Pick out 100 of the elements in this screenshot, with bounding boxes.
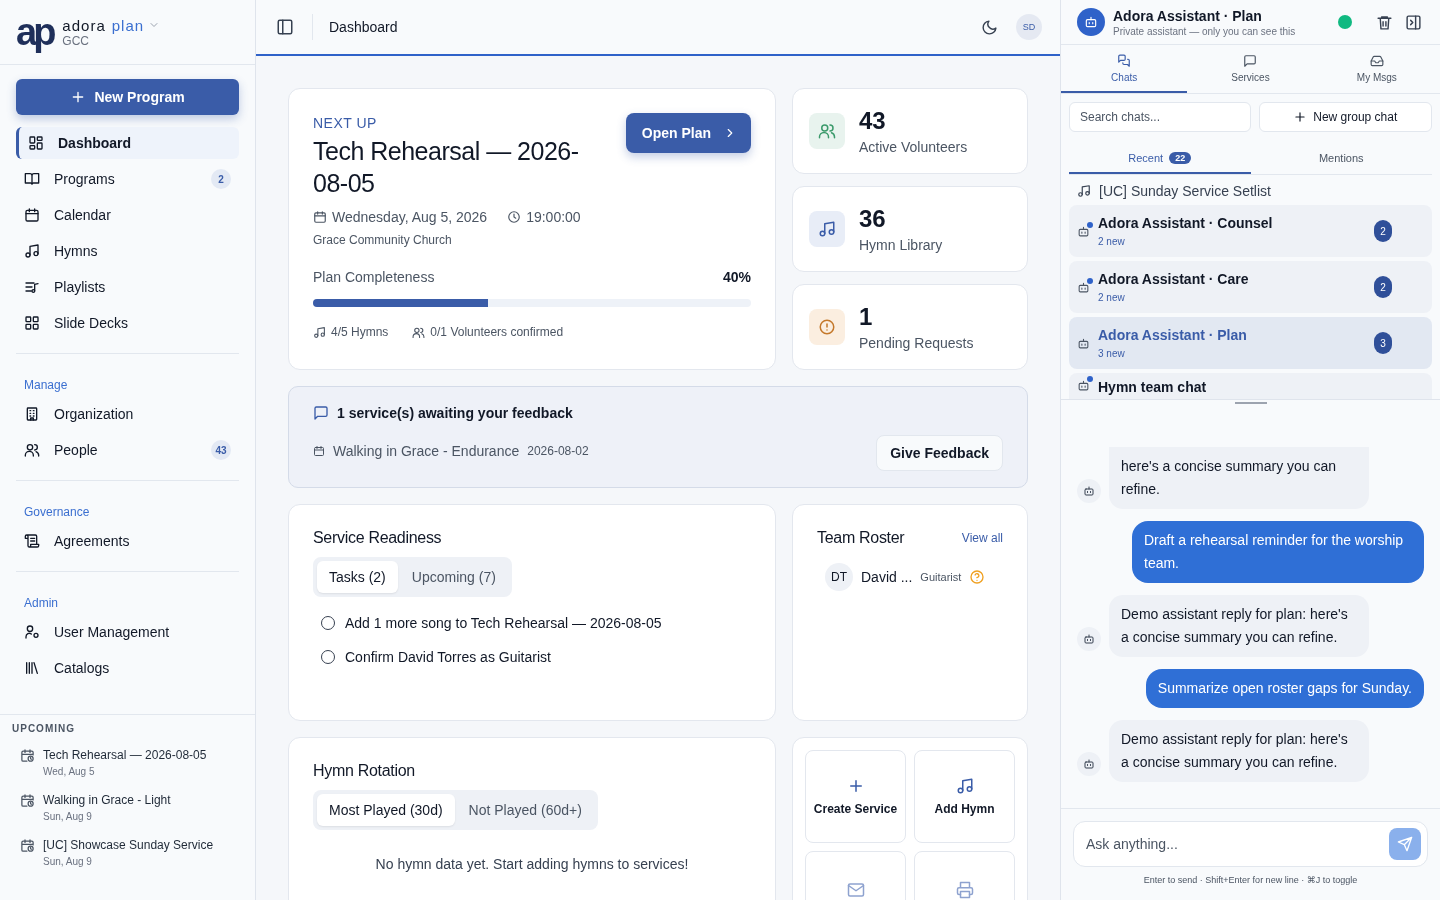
event-title[interactable]: [UC] Showcase Sunday Service	[43, 838, 214, 852]
calendar-clock-icon	[20, 838, 35, 853]
dashboard-icon	[28, 135, 44, 151]
card-title: Hymn Rotation	[313, 762, 416, 780]
group-title: [UC] Sunday Service Setlist	[1099, 183, 1271, 199]
stat-value: 43	[859, 107, 887, 135]
plus-icon	[1293, 110, 1308, 124]
user-avatar[interactable]: SD	[1016, 14, 1042, 40]
message-input[interactable]: Ask anything...	[1073, 821, 1428, 867]
moon-icon	[981, 18, 998, 36]
progress-label: Plan Completeness	[313, 269, 435, 285]
view-all-link[interactable]: View all	[961, 531, 1003, 545]
assistant-message: Demo assistant reply for plan: here's a concise summary you can refine.	[1109, 720, 1369, 782]
input-hint: Enter to send · Shift+Enter for new line · ⌘J to toggle	[1142, 875, 1359, 885]
chat-title: Hymn team chat	[1098, 379, 1208, 395]
service-location: Grace Community Church	[313, 233, 453, 247]
tab[interactable]: Services	[1187, 45, 1314, 93]
tab[interactable]: Chats	[1061, 45, 1188, 93]
user-message: Draft a rehearsal reminder for the worship team.	[1132, 521, 1424, 583]
robot-icon	[1084, 15, 1098, 29]
search-field[interactable]: Search chats...	[1069, 102, 1251, 132]
event-title[interactable]: Tech Rehearsal — 2026-08-05	[43, 748, 207, 762]
alert-icon	[818, 318, 836, 336]
chat-subtitle: 2 new	[1098, 236, 1126, 247]
mail-icon	[846, 881, 865, 899]
section-heading: UPCOMING	[12, 723, 76, 734]
stat-label: Hymn Library	[859, 237, 943, 253]
tab[interactable]: Upcoming (7)	[399, 561, 508, 593]
assistant-message: here's a concise summary you can refine.	[1109, 447, 1369, 509]
nav-item[interactable]: User Management	[16, 616, 239, 648]
trash-icon	[1376, 13, 1393, 31]
event-date: Sun, Aug 9	[43, 811, 93, 822]
user-message: Summarize open roster gaps for Sunday.	[1145, 669, 1424, 708]
tab[interactable]: Most Played (30d)	[317, 794, 455, 826]
count-badge: 22	[1169, 152, 1192, 164]
logo: ap	[16, 13, 53, 51]
assistant-message: Demo assistant reply for plan: here's a concise summary you can refine.	[1109, 595, 1369, 657]
nav-item[interactable]: Slide Decks	[16, 307, 239, 339]
nav-item[interactable]: Organization	[16, 398, 239, 430]
robot-icon	[1083, 485, 1095, 497]
grid-icon	[24, 315, 40, 331]
quick-action-button[interactable]: Add Hymn	[914, 750, 1015, 843]
tab[interactable]: Recent 22	[1069, 144, 1251, 174]
give-feedback-button[interactable]: Give Feedback	[876, 435, 1003, 471]
tab[interactable]: Tasks (2)	[317, 561, 398, 593]
new-group-chat-button[interactable]: New group chat	[1258, 102, 1432, 132]
nav-item[interactable]: Playlists	[16, 271, 239, 303]
robot-icon	[1077, 336, 1090, 350]
member-role: Guitarist	[920, 571, 962, 583]
count-badge: 3	[1374, 332, 1392, 354]
music-note-icon	[955, 776, 974, 795]
nav-item[interactable]: Dashboard	[16, 127, 239, 159]
quick-action-button[interactable]: Create Service	[805, 750, 906, 843]
robot-icon	[1083, 758, 1095, 770]
chat-item[interactable]: Adora Assistant · Plan 3 new 3	[1069, 317, 1432, 369]
feedback-title: 1 service(s) awaiting your feedback	[337, 405, 573, 421]
music-note-icon	[818, 220, 836, 238]
open-plan-button[interactable]: Open Plan	[625, 113, 751, 153]
nav-item[interactable]: Agreements	[16, 525, 239, 557]
people-icon	[412, 325, 426, 339]
tab[interactable]: Mentions	[1250, 144, 1432, 174]
people-icon	[818, 122, 836, 140]
event-date: Sun, Aug 9	[43, 856, 93, 867]
nav-item[interactable]: Catalogs	[16, 652, 239, 684]
calendar-clock-icon	[20, 793, 35, 808]
nav-item[interactable]: People 43	[16, 434, 239, 466]
tab[interactable]: Not Played (60d+)	[456, 794, 594, 826]
empty-message: No hymn data yet. Start adding hymns to services!	[374, 856, 690, 872]
count-badge: 2	[1374, 220, 1392, 242]
member-name: David ...	[861, 569, 913, 585]
inbox-icon	[1369, 53, 1384, 68]
book-icon	[24, 171, 40, 187]
event-title[interactable]: Walking in Grace - Light	[43, 793, 171, 807]
service-date: 2026-08-02	[527, 444, 589, 458]
page-title: Dashboard	[329, 19, 399, 35]
nav-item[interactable]: Calendar	[16, 199, 239, 231]
card-title: Service Readiness	[313, 529, 443, 547]
chat-title: Adora Assistant · Counsel	[1098, 215, 1274, 231]
organization-name: GCC	[62, 33, 91, 48]
resize-handle[interactable]	[1234, 402, 1267, 404]
tab[interactable]: My Msgs	[1313, 45, 1440, 93]
count-badge: 2	[211, 169, 231, 189]
chat-title: Adora Assistant · Care	[1098, 271, 1250, 287]
playlist-icon	[24, 279, 40, 295]
music-note-icon	[24, 243, 40, 259]
chat-item[interactable]: Adora Assistant · Care 2 new 2	[1069, 261, 1432, 313]
bookshelf-icon	[24, 660, 40, 676]
calendar-clock-icon	[20, 748, 35, 763]
count-badge: 43	[211, 440, 231, 460]
music-note-icon	[313, 325, 326, 339]
nav-item[interactable]: Hymns	[16, 235, 239, 267]
nav-item[interactable]: Programs 2	[16, 163, 239, 195]
new-program-button[interactable]: New Program	[16, 79, 239, 115]
hymn-count: 4/5 Hymns	[331, 325, 389, 339]
music-note-icon	[1077, 184, 1091, 198]
panel-icon	[1405, 13, 1422, 31]
robot-icon	[1083, 633, 1095, 645]
chat-item[interactable]: Hymn team chat	[1069, 373, 1432, 399]
chat-item[interactable]: Adora Assistant · Counsel 2 new 2	[1069, 205, 1432, 257]
service-name: Walking in Grace - Endurance	[333, 443, 520, 459]
